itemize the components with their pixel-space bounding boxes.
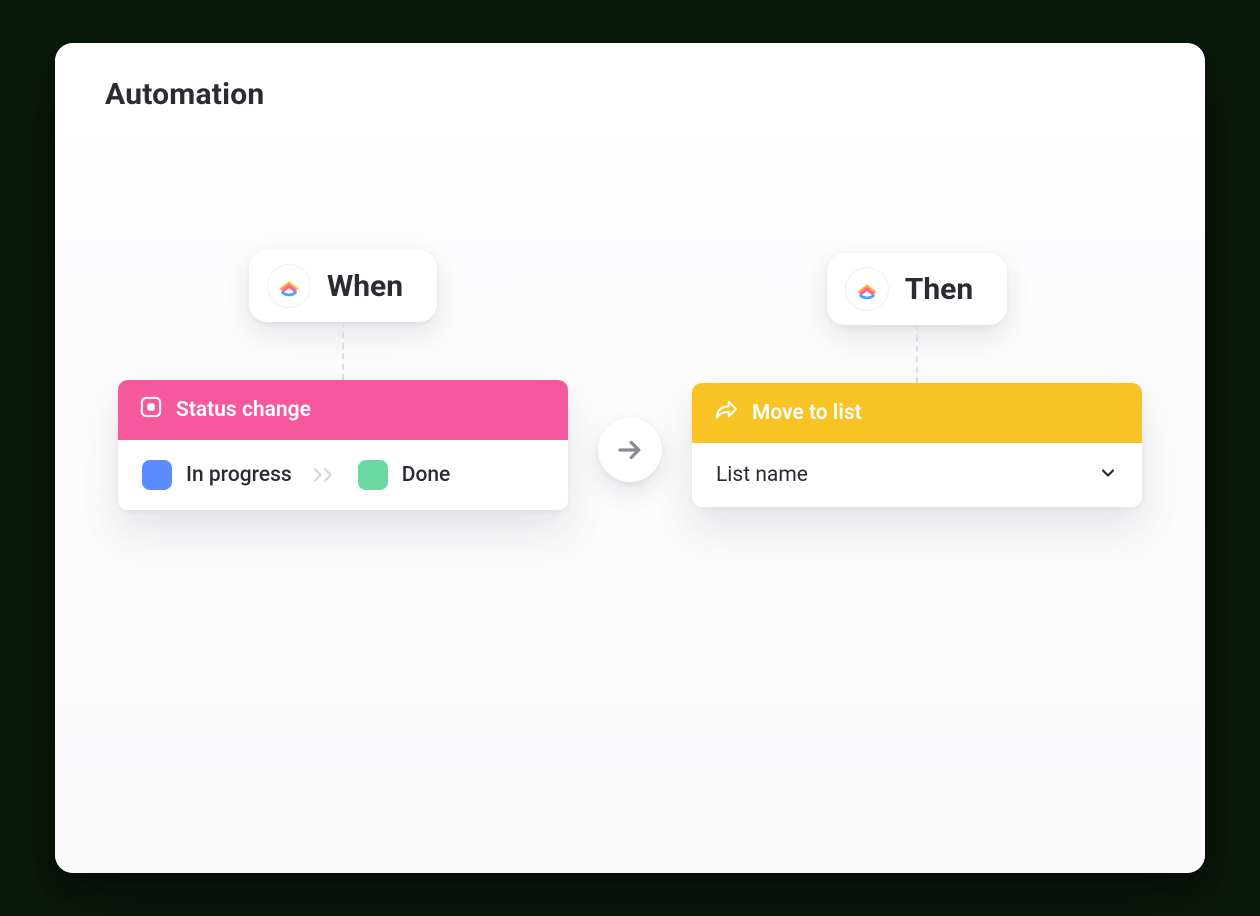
automation-panel: Automation When xyxy=(55,43,1205,873)
flow-arrow-icon xyxy=(598,418,662,482)
trigger-title: Status change xyxy=(176,398,311,422)
page-title: Automation xyxy=(105,77,1155,112)
trigger-card[interactable]: Status change In progress Done xyxy=(118,380,568,510)
when-chip-label: When xyxy=(327,269,403,304)
status-from-swatch xyxy=(142,460,172,490)
list-select[interactable]: List name xyxy=(716,463,1118,487)
trigger-card-header: Status change xyxy=(118,380,568,440)
status-from-label: In progress xyxy=(186,463,292,487)
chevron-down-icon xyxy=(1098,463,1118,487)
list-select-label: List name xyxy=(716,463,808,487)
clickup-logo-icon xyxy=(845,267,889,311)
automation-flow: When Status change xyxy=(95,250,1165,510)
status-to-swatch xyxy=(358,460,388,490)
then-connector xyxy=(916,325,918,383)
action-card[interactable]: Move to list List name xyxy=(692,383,1142,507)
share-arrow-icon xyxy=(714,399,738,427)
then-column: Then Move to list List nam xyxy=(692,253,1142,507)
then-chip[interactable]: Then xyxy=(827,253,1007,325)
chevrons-right-icon xyxy=(312,465,338,485)
trigger-card-body: In progress Done xyxy=(118,440,568,510)
when-column: When Status change xyxy=(118,250,568,510)
when-connector xyxy=(342,322,344,380)
action-card-header: Move to list xyxy=(692,383,1142,443)
action-title: Move to list xyxy=(752,401,862,425)
action-card-body: List name xyxy=(692,443,1142,507)
clickup-logo-icon xyxy=(267,264,311,308)
when-chip[interactable]: When xyxy=(249,250,437,322)
status-square-icon xyxy=(140,396,162,424)
then-chip-label: Then xyxy=(905,272,973,307)
panel-header: Automation xyxy=(55,43,1205,140)
panel-body: When Status change xyxy=(55,140,1205,873)
status-to-label: Done xyxy=(402,463,451,487)
